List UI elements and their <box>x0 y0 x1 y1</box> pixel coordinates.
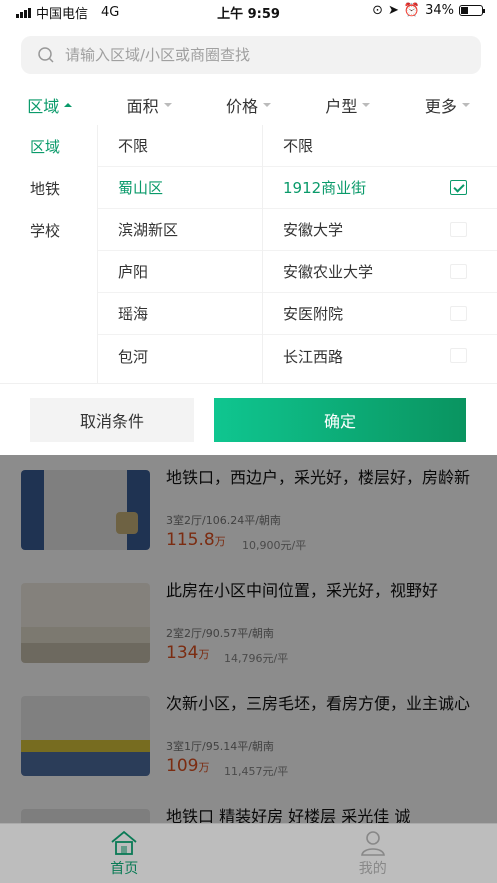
chevron-down-icon <box>263 103 272 107</box>
nav-mine-label: 我的 <box>358 860 387 877</box>
search-input[interactable] <box>65 46 445 64</box>
dim-overlay[interactable] <box>0 455 497 823</box>
district-option[interactable]: 瑶海 <box>98 293 262 335</box>
chevron-down-icon <box>461 103 470 107</box>
filter-tab-label: 更多 <box>424 97 457 116</box>
chevron-up-icon <box>64 103 73 107</box>
dropdown-actions: 取消条件 确定 <box>0 383 497 455</box>
district-option-selected[interactable]: 蜀山区 <box>98 167 262 209</box>
checkbox-icon[interactable] <box>450 264 467 279</box>
area-option-selected[interactable]: 1912商业街 <box>263 167 497 209</box>
district-option[interactable]: 不限 <box>98 125 262 167</box>
area-option[interactable]: 安徽大学 <box>263 209 497 251</box>
area-option[interactable]: 不限 <box>263 125 497 167</box>
checkbox-icon[interactable] <box>450 306 467 321</box>
area-option-label: 安徽农业大学 <box>283 263 374 281</box>
status-bar: 中国电信 4G 上午 9:59 ⊙ ➤ ⏰ 34% <box>0 0 497 22</box>
type-option-region[interactable]: 区域 <box>0 125 97 167</box>
search-bar[interactable] <box>21 36 481 74</box>
nav-home-label: 首页 <box>110 860 139 877</box>
area-column: 不限 1912商业街 安徽大学 安徽农业大学 安医附院 长江西路 <box>263 125 497 383</box>
battery-percent: 34% <box>425 3 454 18</box>
district-column: 不限 蜀山区 滨湖新区 庐阳 瑶海 包河 <box>97 125 263 383</box>
battery-icon <box>459 5 485 16</box>
area-option[interactable]: 安徽农业大学 <box>263 251 497 293</box>
checkbox-icon[interactable] <box>450 222 467 237</box>
checkbox-checked-icon[interactable] <box>450 180 467 195</box>
alarm-icon: ⏰ <box>403 3 421 18</box>
search-icon <box>38 47 54 63</box>
user-icon <box>360 830 385 856</box>
chevron-down-icon <box>362 103 371 107</box>
filter-tab-label: 户型 <box>325 97 358 116</box>
type-column: 区域 地铁 学校 <box>0 125 97 383</box>
area-option-label: 安医附院 <box>283 305 344 323</box>
home-icon <box>111 830 137 855</box>
district-option[interactable]: 滨湖新区 <box>98 209 262 251</box>
checkbox-icon[interactable] <box>450 348 467 363</box>
confirm-button[interactable]: 确定 <box>214 398 466 442</box>
filter-tab-price[interactable]: 价格 <box>199 88 298 122</box>
area-option[interactable]: 长江西路 <box>263 335 497 377</box>
filter-tab-area[interactable]: 面积 <box>99 88 198 122</box>
district-option[interactable]: 包河 <box>98 335 262 377</box>
area-option-label: 安徽大学 <box>283 221 344 239</box>
filter-tab-label: 区域 <box>27 97 60 116</box>
type-option-subway[interactable]: 地铁 <box>0 167 97 209</box>
type-option-school[interactable]: 学校 <box>0 209 97 251</box>
area-option-label: 长江西路 <box>283 347 344 366</box>
region-dropdown-panel: 区域 地铁 学校 不限 蜀山区 滨湖新区 庐阳 瑶海 包河 不限 1912商业街… <box>0 125 497 455</box>
nav-mine[interactable]: 我的 <box>249 824 497 883</box>
filter-tab-label: 价格 <box>226 97 259 116</box>
area-option-label: 1912商业街 <box>283 179 367 197</box>
area-option-label: 不限 <box>283 137 314 155</box>
lock-rotation-icon: ⊙ <box>372 3 383 18</box>
filter-tab-region[interactable]: 区域 <box>0 88 99 122</box>
bottom-nav: 首页 我的 <box>0 823 497 883</box>
location-icon: ➤ <box>388 3 399 18</box>
area-option[interactable]: 安医附院 <box>263 293 497 335</box>
status-right: ⊙ ➤ ⏰ 34% <box>372 3 485 18</box>
cancel-button[interactable]: 取消条件 <box>30 398 194 442</box>
filter-tab-layout[interactable]: 户型 <box>298 88 397 122</box>
filter-tabs: 区域 面积 价格 户型 更多 <box>0 88 497 122</box>
chevron-down-icon <box>163 103 172 107</box>
nav-home[interactable]: 首页 <box>0 824 249 883</box>
filter-tab-label: 面积 <box>126 97 159 116</box>
district-option[interactable]: 庐阳 <box>98 251 262 293</box>
filter-tab-more[interactable]: 更多 <box>398 88 497 122</box>
